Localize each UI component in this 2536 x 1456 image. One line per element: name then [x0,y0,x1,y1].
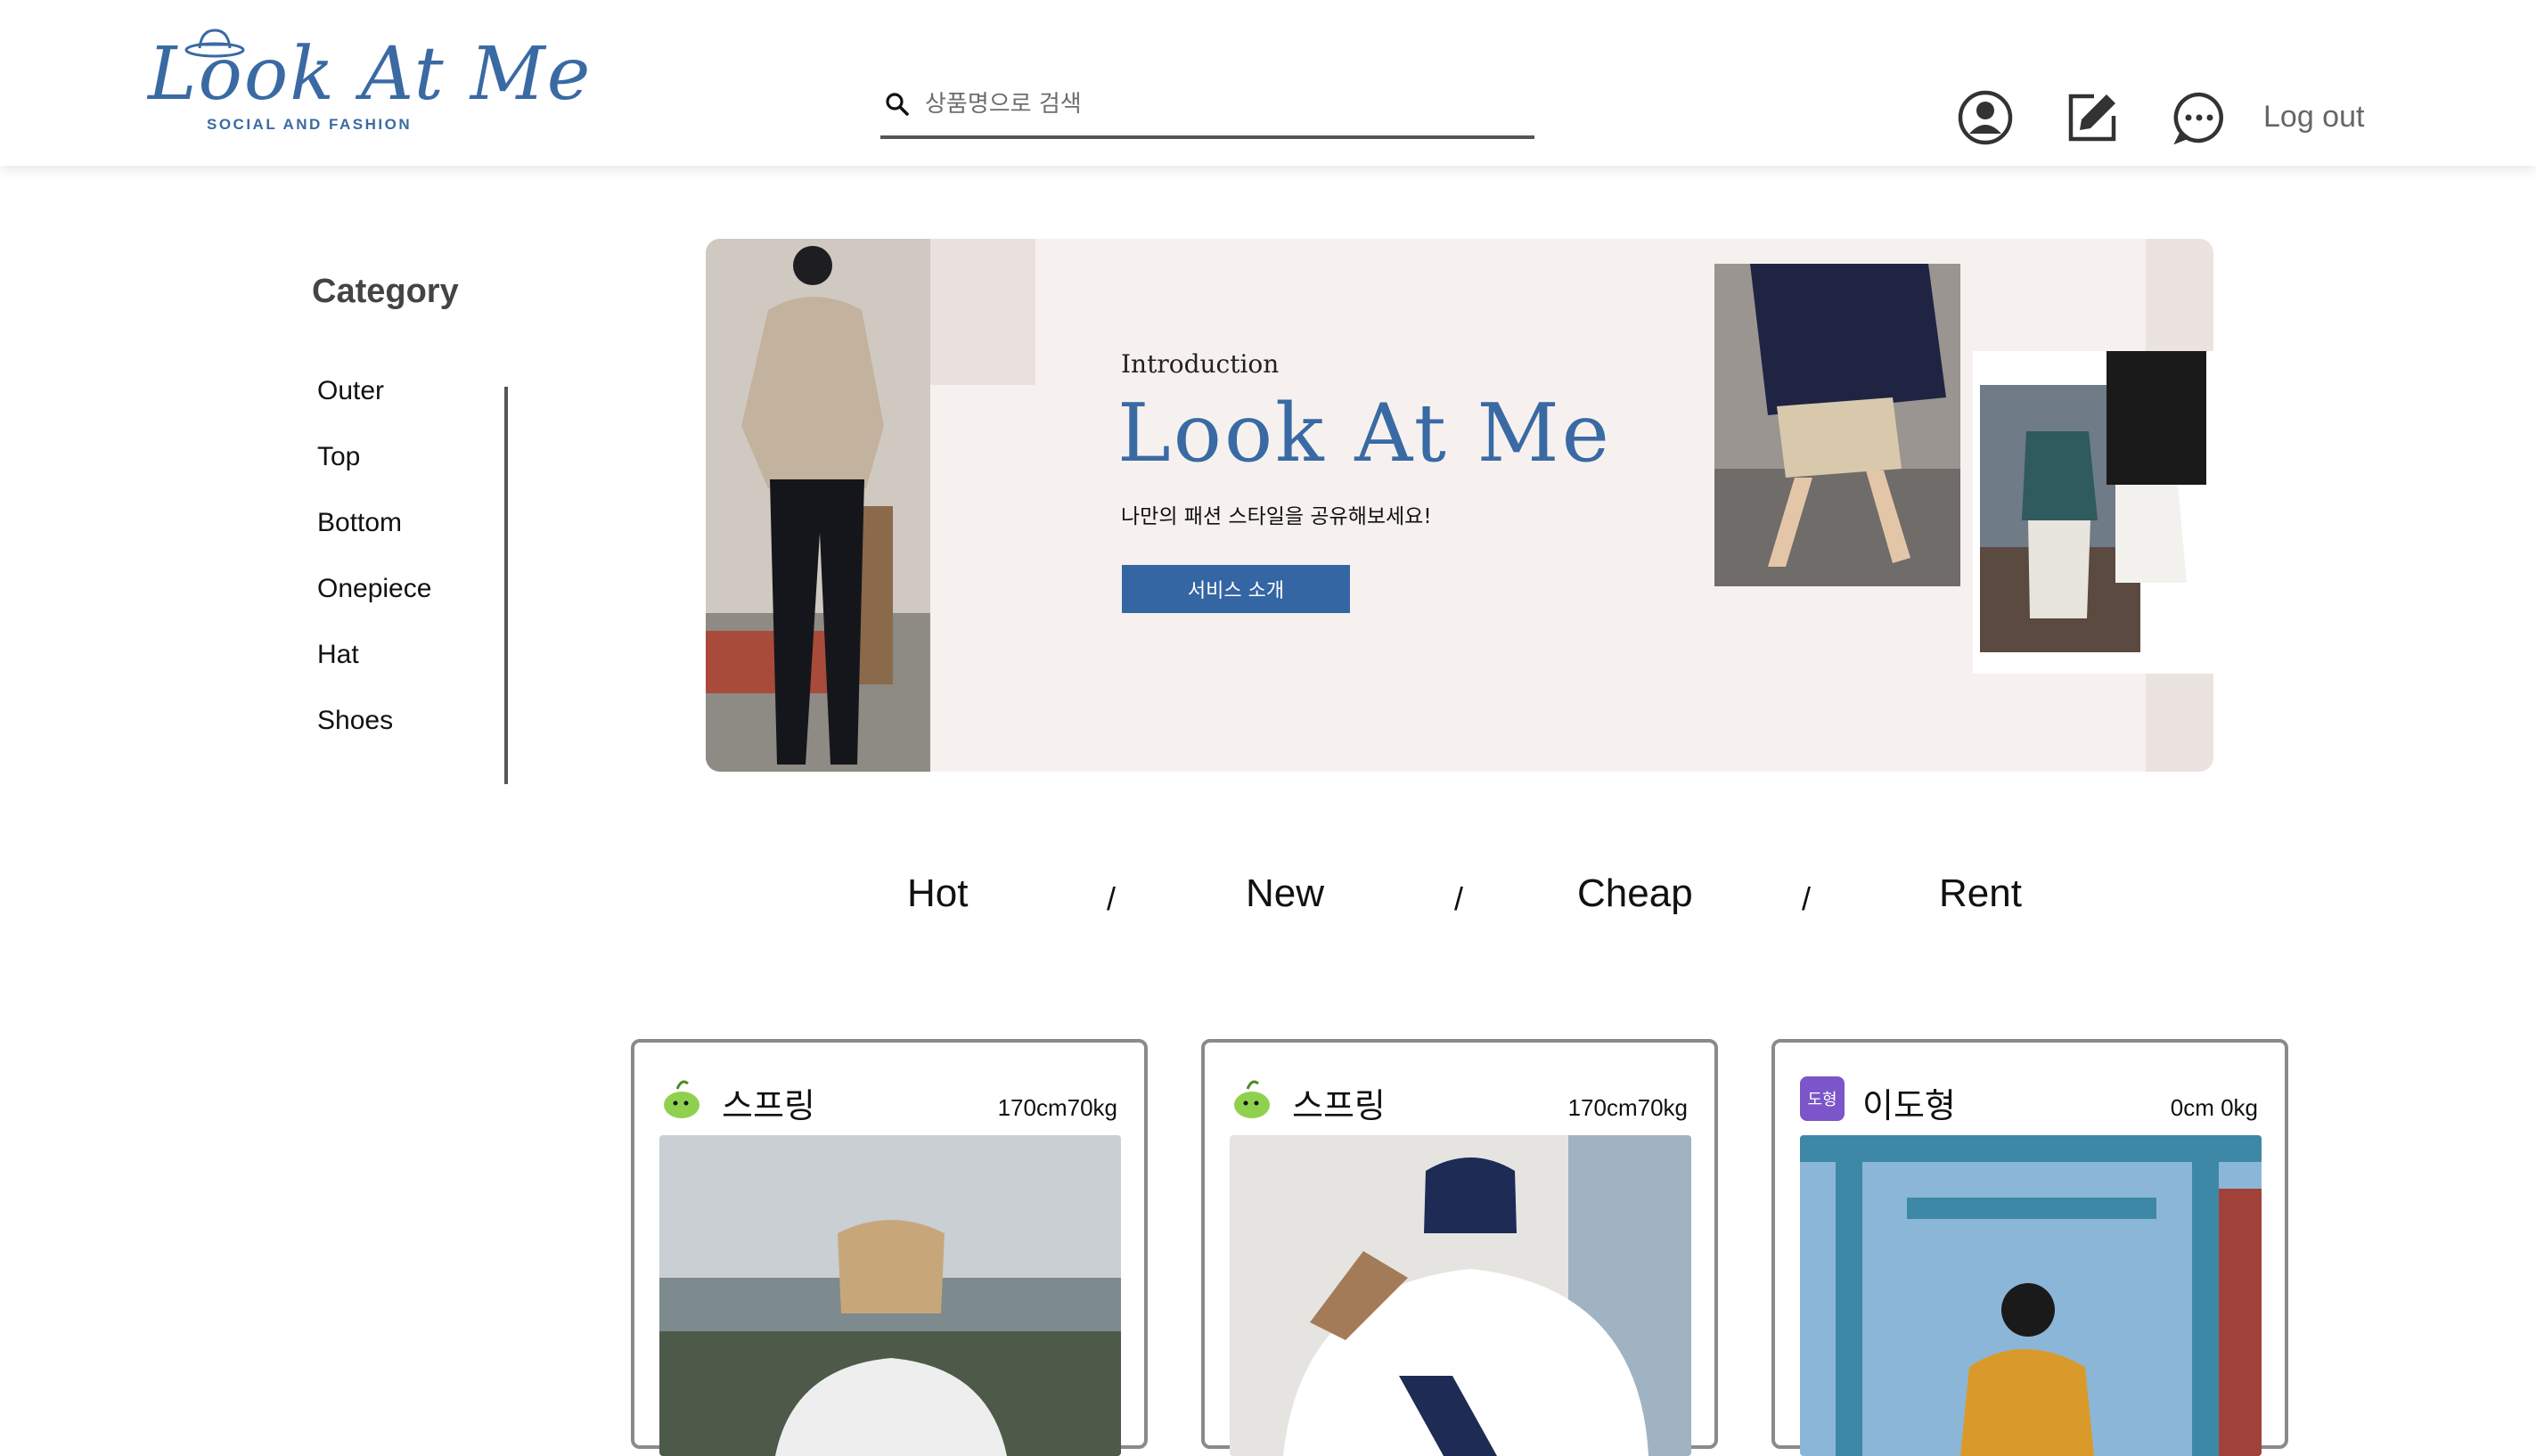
tab-hot[interactable]: Hot [907,871,968,916]
card-photo[interactable] [1230,1135,1691,1456]
tab-separator: / [1107,880,1117,917]
category-item-top[interactable]: Top [317,424,504,490]
banner-photo-street-walk [1714,264,1960,586]
search-icon[interactable] [882,89,912,119]
purple-initial-avatar-icon: 도형 [1800,1076,1845,1121]
banner-intro: Introduction [1121,349,1280,379]
service-intro-button[interactable]: 서비스 소개 [1122,565,1350,613]
category-list: Outer Top Bottom Onepiece Hat Shoes [317,376,508,784]
category-item-bottom[interactable]: Bottom [317,490,504,556]
green-character-avatar-icon [1234,1080,1270,1118]
green-character-avatar-icon [664,1080,699,1118]
edit-icon[interactable] [2064,89,2121,146]
card-body-size: 170cm70kg [1567,1094,1688,1121]
card-username: 이도형 [1862,1086,1956,1125]
category-title: Category [312,273,459,310]
post-card[interactable]: 스프링 170cm70kg [1201,1039,1718,1456]
card-photo[interactable] [659,1135,1121,1456]
card-photo[interactable] [1800,1135,2262,1456]
category-item-shoes[interactable]: Shoes [317,688,504,754]
banner-photo-outfit-collage [1973,351,2213,674]
card-username: 스프링 [722,1086,815,1125]
logo-tagline: SOCIAL AND FASHION [207,116,413,133]
tab-cheap[interactable]: Cheap [1577,871,1693,916]
category-item-onepiece[interactable]: Onepiece [317,556,504,622]
logo[interactable]: Look At Me SOCIAL AND FASHION [148,25,590,141]
category-item-hat[interactable]: Hat [317,622,504,688]
user-profile-icon[interactable] [1957,89,2014,146]
tab-rent[interactable]: Rent [1939,871,2022,916]
logout-link[interactable]: Log out [2263,100,2364,135]
logo-text: Look At Me [148,32,593,117]
category-item-outer[interactable]: Outer [317,358,504,424]
search-input[interactable] [925,91,1495,118]
banner-deco-block [930,239,1035,385]
header: Look At Me SOCIAL AND FASHION Log out [0,0,2536,166]
tab-separator: / [1454,880,1464,917]
tab-separator: / [1802,880,1812,917]
sort-tabs: Hot / New / Cheap / Rent [0,871,2536,943]
banner-photo-mirror-selfie [706,239,930,772]
card-username: 스프링 [1292,1086,1386,1125]
post-card[interactable]: 도형 이도형 0cm 0kg [1771,1039,2288,1456]
tab-new[interactable]: New [1246,871,1324,916]
intro-banner: Introduction Look At Me 나만의 패션 스타일을 공유해보… [706,239,2213,772]
chat-icon[interactable] [2171,89,2228,146]
banner-subtitle: 나만의 패션 스타일을 공유해보세요! [1121,505,1432,528]
post-card[interactable]: 스프링 170cm70kg [631,1039,1148,1456]
search-bar [880,73,1534,139]
card-body-size: 0cm 0kg [2170,1094,2258,1121]
banner-title: Look At Me [1117,387,1612,480]
card-body-size: 170cm70kg [997,1094,1117,1121]
